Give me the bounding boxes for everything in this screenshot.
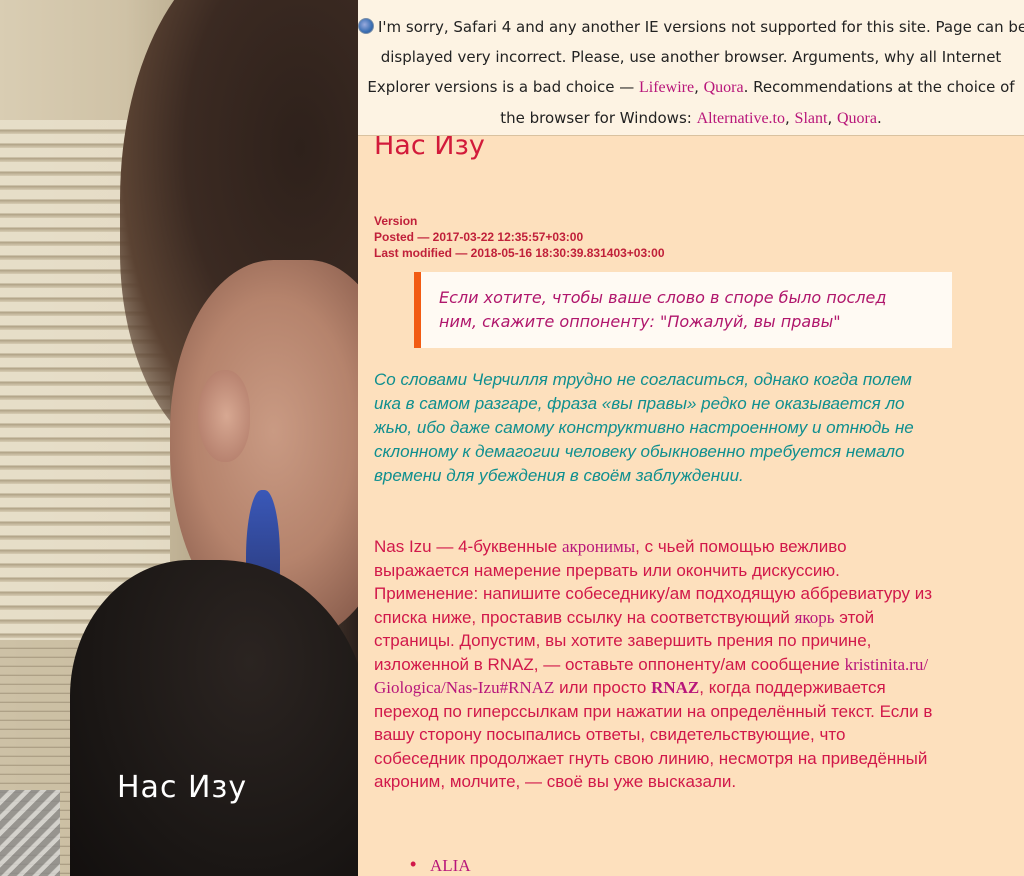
link-alternative-to[interactable]: Alternative.to [697,110,785,127]
warning-line-1: I'm sorry, Safari 4 and any another IE v… [358,12,1024,42]
hero-photo: Нас Изу [0,0,358,876]
link-lifewire[interactable]: Lifewire [639,79,694,96]
link-kristinita-url[interactable]: kristinita.ru/ [845,655,929,674]
list-item: ALIA [406,854,471,876]
posted-date: Posted — 2017-03-22 12:35:57+03:00 [374,230,584,244]
article-meta: Version Posted — 2017-03-22 12:35:57+03:… [374,213,665,261]
browser-warning-banner: I'm sorry, Safari 4 and any another IE v… [358,0,1024,136]
main-content: I'm sorry, Safari 4 and any another IE v… [358,0,1024,876]
warning-line-2: displayed very incorrect. Please, use an… [380,48,1002,66]
link-rnaz[interactable]: RNAZ [651,678,699,697]
link-kristinita-url-cont[interactable]: Giologica/Nas-Izu#RNAZ [374,678,554,697]
link-acronyms[interactable]: акронимы [562,537,635,556]
photo-ear [198,370,250,462]
link-anchor[interactable]: якорь [795,608,835,627]
modified-date: Last modified — 2018-05-16 18:30:39.8314… [374,246,665,260]
link-alia[interactable]: ALIA [430,856,471,875]
photo-clothes [70,560,358,876]
version-label: Version [374,214,418,228]
link-slant[interactable]: Slant [795,110,828,127]
photo-caption: Нас Изу [117,770,248,805]
photo-chair [0,790,60,876]
warning-line-4: the browser for Windows: Alternative.to,… [500,109,882,127]
acronym-list: ALIA [406,854,471,876]
link-quora-2[interactable]: Quora [837,110,877,127]
warning-line-3: Explorer versions is a bad choice — Life… [367,78,1015,96]
internet-explorer-icon [358,18,374,34]
intro-paragraph: Со словами Черчилля трудно не согласитьс… [374,370,914,485]
body-paragraph: Nas Izu — 4-буквенные акронимы, с чьей п… [374,537,933,791]
epigraph-quote: Если хотите, чтобы ваше слово в споре бы… [414,272,952,348]
link-quora[interactable]: Quora [704,79,744,96]
